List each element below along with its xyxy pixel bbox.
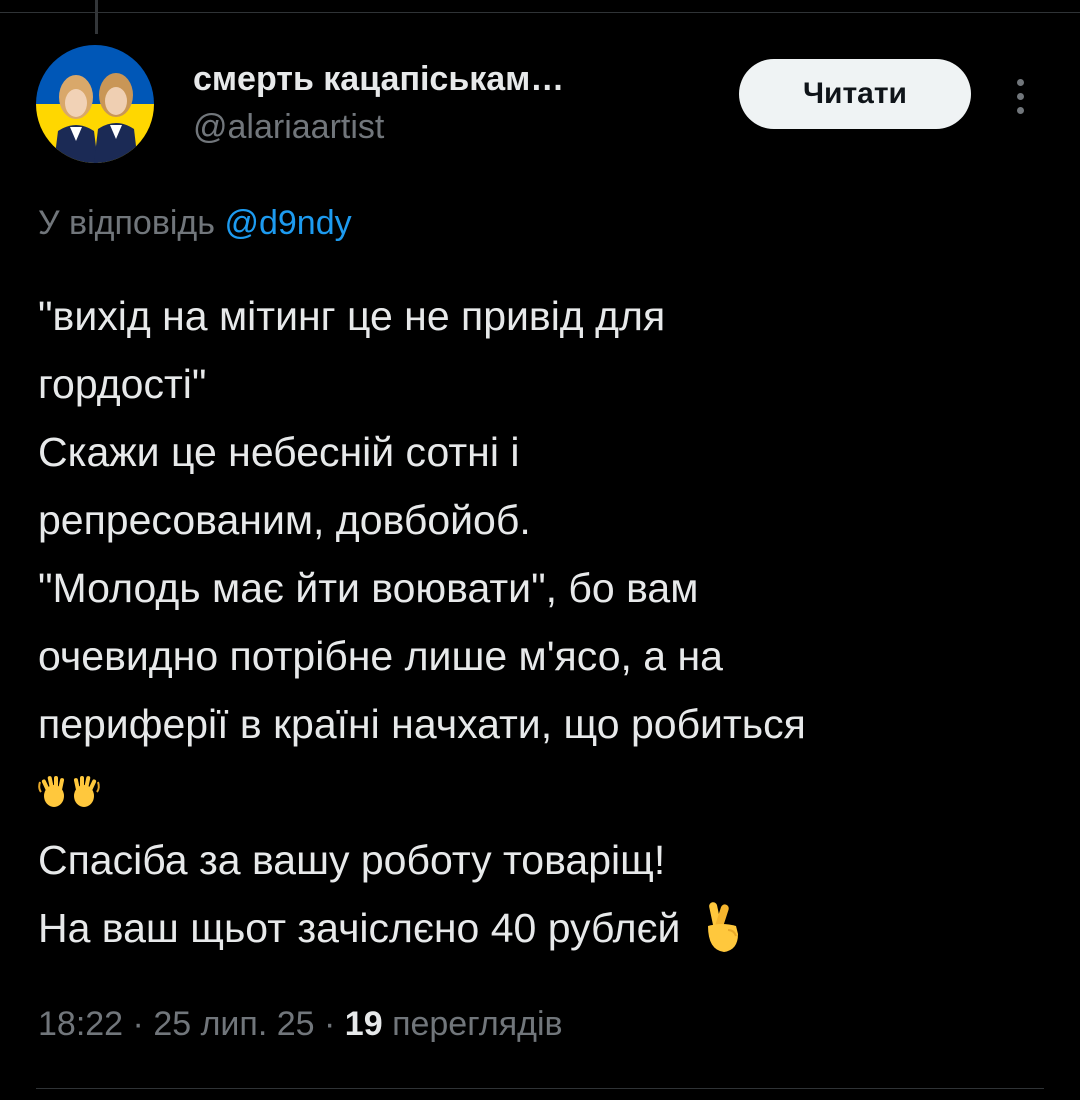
tweet-line: репресованим, довбойоб. xyxy=(38,497,531,543)
tweet-line: Спасіба за вашу роботу товаріщ! xyxy=(38,837,666,883)
avatar-photo-ukraine-flag xyxy=(36,45,154,163)
reply-context: У відповідь @d9ndy xyxy=(38,204,352,243)
meta-separator: · xyxy=(324,1005,336,1043)
author-name[interactable]: смерть кацапіськам… xyxy=(193,60,564,99)
meta-separator: · xyxy=(132,1005,144,1043)
more-dot xyxy=(1016,78,1024,86)
more-dot xyxy=(1016,92,1024,100)
waving-hands-emoji xyxy=(38,776,100,807)
tweet-meta: 18:22 · 25 лип. 25 · 19 переглядів xyxy=(38,1005,563,1044)
follow-button[interactable]: Читати xyxy=(739,59,971,129)
author-avatar[interactable] xyxy=(36,45,154,163)
tweet-line-emoji xyxy=(38,758,1058,826)
crossed-fingers-emoji xyxy=(707,902,738,952)
more-vertical-icon[interactable] xyxy=(1003,70,1037,122)
more-dot xyxy=(1016,106,1024,114)
tweet-line: "Молодь має йти воювати", бо вам xyxy=(38,565,699,611)
tweet-line: "вихід на мітинг це не привід для xyxy=(38,293,666,339)
thread-connector-line xyxy=(95,0,98,34)
top-divider xyxy=(0,12,1080,13)
bottom-divider xyxy=(36,1088,1044,1089)
reply-prefix: У відповідь xyxy=(38,204,215,242)
views-count: 19 xyxy=(344,1005,383,1043)
tweet-line: Скажи це небесній сотні і xyxy=(38,429,520,475)
tweet-date[interactable]: 25 лип. 25 xyxy=(153,1005,314,1043)
tweet-time[interactable]: 18:22 xyxy=(38,1005,123,1043)
tweet-line: очевидно потрібне лише м'ясо, а на xyxy=(38,633,723,679)
tweet-line-text: На ваш щьот зачіслєно 40 рублєй xyxy=(38,905,681,951)
tweet-line: периферії в країні начхати, що робиться xyxy=(38,701,806,747)
author-handle[interactable]: @alariaartist xyxy=(193,108,384,147)
tweet-line: На ваш щьот зачіслєно 40 рублєй xyxy=(38,894,1058,962)
tweet-text: "вихід на мітинг це не привід для гордос… xyxy=(38,282,1058,962)
tweet-line: гордості" xyxy=(38,361,207,407)
views-label: переглядів xyxy=(392,1005,563,1043)
reply-to-link[interactable]: @d9ndy xyxy=(224,204,351,242)
